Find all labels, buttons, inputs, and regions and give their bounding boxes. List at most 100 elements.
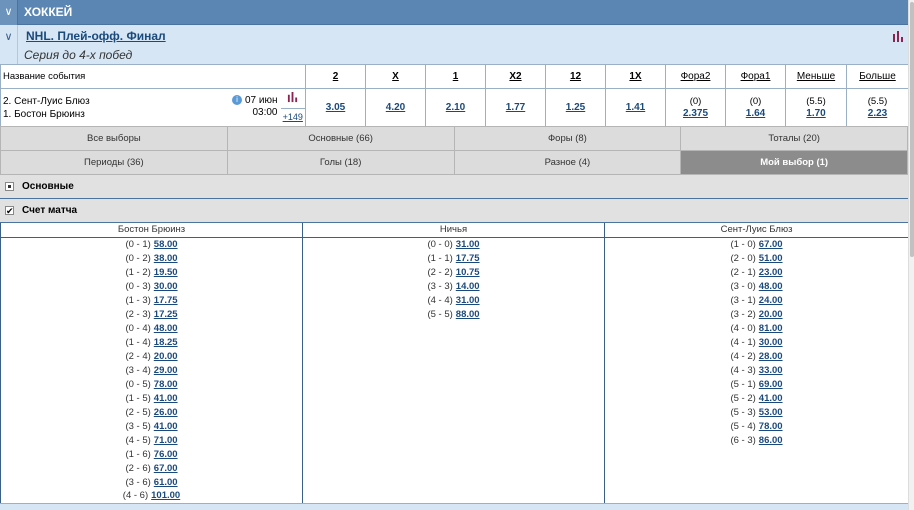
score-cell[interactable]: (3 - 2) 20.00 <box>604 307 909 321</box>
tab-totals[interactable]: Тоталы (20) <box>680 126 908 151</box>
odd-x[interactable]: 4.20 <box>365 88 426 127</box>
score-cell[interactable]: (2 - 2) 10.75 <box>302 265 605 279</box>
tab-misc[interactable]: Разное (4) <box>453 150 682 175</box>
odd-2-value[interactable]: 3.05 <box>326 102 345 113</box>
tab-goals[interactable]: Голы (18) <box>226 150 455 175</box>
score-odd[interactable]: 78.00 <box>154 379 178 390</box>
scrollbar[interactable] <box>908 0 914 510</box>
odd-fora2[interactable]: (0) 2.375 <box>665 88 726 127</box>
event-name-link[interactable]: NHL. Плей-офф. Финал <box>26 29 166 43</box>
score-cell[interactable]: (1 - 1) 17.75 <box>302 251 605 265</box>
score-cell[interactable]: (2 - 6) 67.00 <box>0 461 303 475</box>
score-odd[interactable]: 67.00 <box>759 239 783 250</box>
odd-under[interactable]: (5.5) 1.70 <box>785 88 847 127</box>
score-odd[interactable]: 10.75 <box>456 267 480 278</box>
score-cell[interactable]: (1 - 4) 18.25 <box>0 335 303 349</box>
score-odd[interactable]: 18.25 <box>154 337 178 348</box>
score-cell[interactable]: (6 - 3) 86.00 <box>604 433 909 447</box>
score-cell[interactable]: (4 - 1) 30.00 <box>604 335 909 349</box>
score-odd[interactable]: 67.00 <box>154 463 178 474</box>
odd-1-value[interactable]: 2.10 <box>446 102 465 113</box>
score-odd[interactable]: 30.00 <box>759 337 783 348</box>
score-odd[interactable]: 31.00 <box>456 239 480 250</box>
score-cell[interactable]: (5 - 4) 78.00 <box>604 419 909 433</box>
score-odd[interactable]: 20.00 <box>154 351 178 362</box>
section-main[interactable]: Основные <box>0 175 908 199</box>
score-odd[interactable]: 88.00 <box>456 309 480 320</box>
odd-1x-value[interactable]: 1.41 <box>626 102 645 113</box>
score-cell[interactable]: (0 - 3) 30.00 <box>0 279 303 293</box>
score-cell[interactable]: (3 - 4) 29.00 <box>0 363 303 377</box>
under-value[interactable]: 1.70 <box>806 108 825 119</box>
fora2-value[interactable]: 2.375 <box>683 108 708 119</box>
score-odd[interactable]: 41.00 <box>154 421 178 432</box>
score-cell[interactable]: (4 - 6) 101.00 <box>0 489 303 504</box>
score-cell[interactable]: (4 - 4) 31.00 <box>302 293 605 307</box>
score-odd[interactable]: 86.00 <box>759 435 783 446</box>
score-odd[interactable]: 41.00 <box>759 393 783 404</box>
tab-all[interactable]: Все выборы <box>0 126 228 151</box>
more-markets-link[interactable]: +149 <box>280 108 305 126</box>
score-odd[interactable]: 48.00 <box>154 323 178 334</box>
odd-1x[interactable]: 1.41 <box>605 88 666 127</box>
score-cell[interactable]: (0 - 5) 78.00 <box>0 377 303 391</box>
score-odd[interactable]: 51.00 <box>759 253 783 264</box>
score-cell[interactable]: (5 - 2) 41.00 <box>604 391 909 405</box>
score-cell[interactable]: (3 - 3) 14.00 <box>302 279 605 293</box>
score-odd[interactable]: 19.50 <box>154 267 178 278</box>
section-main-checkbox[interactable] <box>5 182 14 191</box>
odd-x-value[interactable]: 4.20 <box>386 102 405 113</box>
score-cell[interactable]: (2 - 5) 26.00 <box>0 405 303 419</box>
tab-handicaps[interactable]: Форы (8) <box>453 126 682 151</box>
score-cell[interactable]: (2 - 0) 51.00 <box>604 251 909 265</box>
score-odd[interactable]: 78.00 <box>759 421 783 432</box>
collapse-event-toggle[interactable]: ∨ <box>0 25 18 65</box>
score-odd[interactable]: 101.00 <box>151 490 180 501</box>
score-cell[interactable]: (1 - 5) 41.00 <box>0 391 303 405</box>
score-cell[interactable]: (4 - 5) 71.00 <box>0 433 303 447</box>
score-odd[interactable]: 38.00 <box>154 253 178 264</box>
score-cell[interactable]: (1 - 0) 67.00 <box>604 237 909 251</box>
score-odd[interactable]: 28.00 <box>759 351 783 362</box>
score-odd[interactable]: 81.00 <box>759 323 783 334</box>
info-icon[interactable]: i <box>231 95 242 106</box>
section-score[interactable]: ✔ Счет матча <box>0 199 908 223</box>
score-odd[interactable]: 26.00 <box>154 407 178 418</box>
event-stats-icon[interactable] <box>281 89 306 108</box>
score-odd[interactable]: 48.00 <box>759 281 783 292</box>
odd-x2[interactable]: 1.77 <box>485 88 546 127</box>
score-odd[interactable]: 41.00 <box>154 393 178 404</box>
score-cell[interactable]: (5 - 1) 69.00 <box>604 377 909 391</box>
score-odd[interactable]: 31.00 <box>456 295 480 306</box>
odd-fora1[interactable]: (0) 1.64 <box>725 88 786 127</box>
fora1-value[interactable]: 1.64 <box>746 108 765 119</box>
score-odd[interactable]: 20.00 <box>759 309 783 320</box>
score-odd[interactable]: 61.00 <box>154 477 178 488</box>
score-cell[interactable]: (4 - 2) 28.00 <box>604 349 909 363</box>
score-odd[interactable]: 53.00 <box>759 407 783 418</box>
score-cell[interactable]: (3 - 6) 61.00 <box>0 475 303 489</box>
score-cell[interactable]: (4 - 3) 33.00 <box>604 363 909 377</box>
odd-12[interactable]: 1.25 <box>545 88 606 127</box>
tab-my-choice[interactable]: Мой выбор (1) <box>680 150 908 175</box>
score-cell[interactable]: (2 - 1) 23.00 <box>604 265 909 279</box>
score-cell[interactable]: (1 - 6) 76.00 <box>0 447 303 461</box>
score-odd[interactable]: 29.00 <box>154 365 178 376</box>
collapse-sport-toggle[interactable]: ∨ <box>0 0 18 25</box>
score-odd[interactable]: 58.00 <box>154 239 178 250</box>
score-cell[interactable]: (1 - 2) 19.50 <box>0 265 303 279</box>
score-odd[interactable]: 17.25 <box>154 309 178 320</box>
score-cell[interactable]: (0 - 4) 48.00 <box>0 321 303 335</box>
score-odd[interactable]: 17.75 <box>154 295 178 306</box>
score-cell[interactable]: (0 - 1) 58.00 <box>0 237 303 251</box>
score-cell[interactable]: (2 - 4) 20.00 <box>0 349 303 363</box>
score-odd[interactable]: 30.00 <box>154 281 178 292</box>
score-cell[interactable]: (5 - 5) 88.00 <box>302 307 605 321</box>
odd-over[interactable]: (5.5) 2.23 <box>846 88 909 127</box>
scrollbar-thumb[interactable] <box>910 2 914 257</box>
odd-2[interactable]: 3.05 <box>305 88 366 127</box>
score-cell[interactable]: (5 - 3) 53.00 <box>604 405 909 419</box>
section-score-checkbox[interactable]: ✔ <box>5 206 14 216</box>
score-cell[interactable]: (2 - 3) 17.25 <box>0 307 303 321</box>
score-cell[interactable]: (3 - 1) 24.00 <box>604 293 909 307</box>
